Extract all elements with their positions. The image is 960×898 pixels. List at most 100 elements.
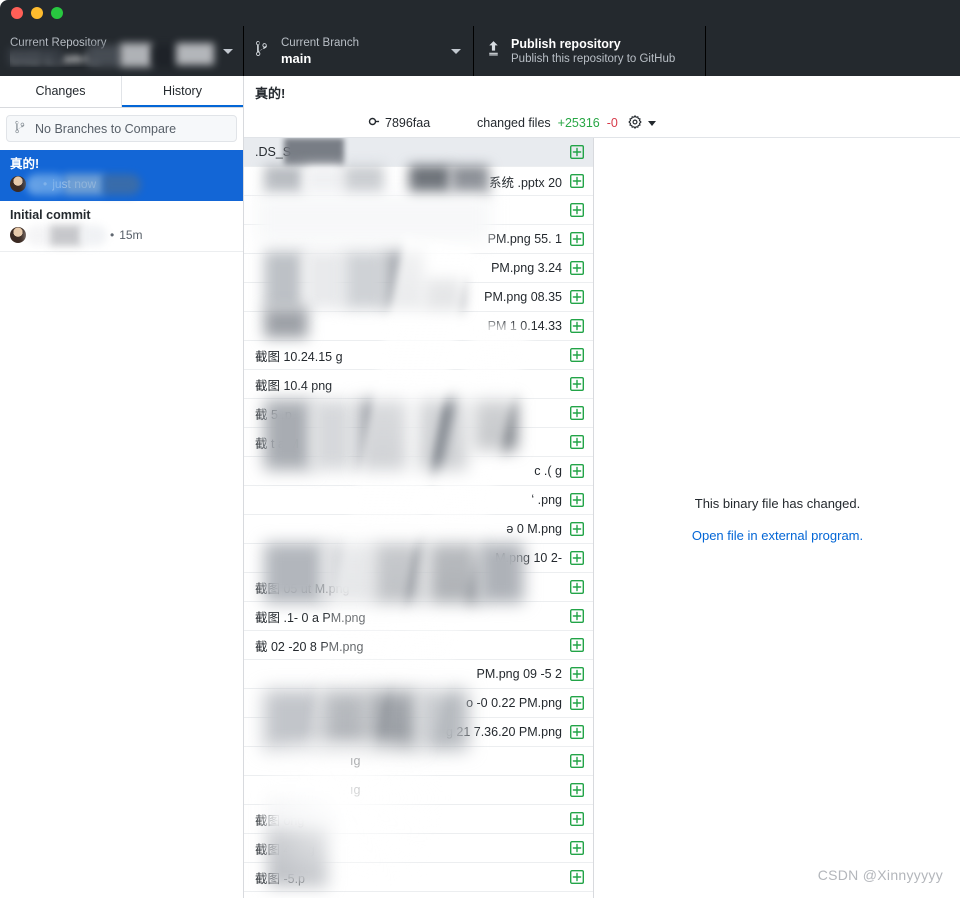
- publish-repository-button[interactable]: Publish repository Publish this reposito…: [474, 26, 706, 76]
- file-row[interactable]: o -0 0.22 PM.png: [244, 689, 593, 718]
- file-row[interactable]: .DS_S: [244, 138, 593, 167]
- file-name: ıg: [350, 754, 361, 768]
- gear-icon: [627, 114, 643, 133]
- file-row[interactable]: 截图 10.24.15 g: [244, 341, 593, 370]
- file-row[interactable]: ıg: [244, 747, 593, 776]
- diff-options-button[interactable]: [627, 114, 656, 133]
- file-row[interactable]: ə 0 M.png: [244, 515, 593, 544]
- file-name: 截 5 .p: [255, 407, 292, 422]
- file-row[interactable]: 截 t a M: [244, 428, 593, 457]
- file-added-icon: [570, 319, 584, 333]
- file-name: 1 .55 PM.png: [487, 232, 562, 246]
- file-row[interactable]: 截图 4.png: [244, 834, 593, 863]
- file-name: ə 0 M.png: [506, 522, 562, 536]
- commit-list-item[interactable]: 真的! y • just now: [0, 150, 243, 201]
- publish-repository-title: Publish repository: [511, 36, 621, 51]
- changed-files-list[interactable]: .DS_S 20 系统 .pptx 1 .55 PM.png 3.24 PM.p…: [244, 138, 594, 898]
- file-row[interactable]: [244, 196, 593, 225]
- file-row[interactable]: 截图 10.4 png: [244, 370, 593, 399]
- file-row[interactable]: 20 系统 .pptx: [244, 167, 593, 196]
- file-added-icon: [570, 174, 584, 188]
- file-name: g 21 7.36.20 PM.png: [445, 725, 562, 739]
- file-added-icon: [570, 261, 584, 275]
- diff-view-panel: This binary file has changed. Open file …: [595, 138, 960, 898]
- open-external-program-link[interactable]: Open file in external program.: [692, 528, 863, 543]
- commit-time: 15m: [119, 228, 143, 242]
- main-toolbar: Current Repository bh02-s...sm-l... Curr…: [0, 26, 960, 76]
- file-row[interactable]: 截图 05 ut M.png: [244, 573, 593, 602]
- file-name: 0.14.33 PM 1: [487, 319, 562, 333]
- avatar: [10, 176, 26, 192]
- changed-files-label: changed files: [477, 116, 551, 130]
- file-added-icon: [570, 638, 584, 652]
- file-row[interactable]: 截 02 -20 8 PM.png: [244, 631, 593, 660]
- avatar: [10, 227, 26, 243]
- file-row[interactable]: 2 5- 09 PM.png: [244, 660, 593, 689]
- branch-icon: [15, 120, 28, 137]
- file-name: -2 10 M.png: [495, 551, 562, 565]
- file-row[interactable]: ıg: [244, 776, 593, 805]
- current-branch-label: Current Branch: [281, 36, 359, 49]
- file-row[interactable]: 截图 -5.p: [244, 863, 593, 892]
- compare-branches-field[interactable]: No Branches to Compare: [6, 115, 237, 142]
- file-row[interactable]: 0.14.33 PM 1: [244, 312, 593, 341]
- publish-repository-subtitle: Publish this repository to GitHub: [511, 52, 676, 65]
- file-row[interactable]: g 21 7.36.20 PM.png: [244, 718, 593, 747]
- commit-summary-row: 7896faa changed files +25316 -0: [244, 108, 960, 138]
- file-name: 截图 10.24.15 g: [255, 349, 343, 364]
- watermark: CSDN @Xinnyyyyy: [817, 867, 943, 883]
- file-name: 截图 .1- 0 a PM.png: [255, 610, 366, 625]
- chevron-down-icon: [647, 120, 656, 126]
- commit-list-item[interactable]: Initial commit • 15m: [0, 201, 243, 252]
- file-added-icon: [570, 609, 584, 623]
- file-added-icon: [570, 435, 584, 449]
- commit-icon: [365, 114, 380, 132]
- file-name: ıg: [350, 783, 361, 797]
- file-row[interactable]: 截图 ong: [244, 805, 593, 834]
- current-repository-label: Current Repository: [10, 36, 107, 49]
- file-row[interactable]: 3.24 PM.png: [244, 254, 593, 283]
- commit-separator: •: [43, 177, 48, 191]
- tab-changes[interactable]: Changes: [0, 76, 121, 107]
- file-added-icon: [570, 725, 584, 739]
- file-added-icon: [570, 841, 584, 855]
- file-row[interactable]: -2 10 M.png: [244, 544, 593, 573]
- current-repository-value: bh02-s...sm-l...: [10, 50, 101, 66]
- deletions-count: -0: [606, 116, 618, 130]
- chevron-down-icon: [223, 48, 233, 54]
- chevron-down-icon: [451, 48, 461, 54]
- file-added-icon: [570, 203, 584, 217]
- file-added-icon: [570, 551, 584, 565]
- commit-sha[interactable]: 7896faa: [365, 108, 430, 138]
- tab-history[interactable]: History: [122, 76, 243, 107]
- close-button-icon[interactable]: [11, 7, 23, 19]
- file-row[interactable]: 截图 .1- 0 a PM.png: [244, 602, 593, 631]
- file-added-icon: [570, 145, 584, 159]
- file-row[interactable]: 截 5 .p: [244, 399, 593, 428]
- file-added-icon: [570, 580, 584, 594]
- file-name: 截图 -5.p: [255, 871, 306, 886]
- file-added-icon: [570, 348, 584, 362]
- commit-sha-value: 7896faa: [385, 116, 431, 130]
- file-added-icon: [570, 667, 584, 681]
- file-name: 截 t a M: [255, 436, 299, 451]
- commit-summary-title: 真的!: [255, 86, 286, 101]
- file-row[interactable]: 1 .55 PM.png: [244, 225, 593, 254]
- current-repository-button[interactable]: Current Repository bh02-s...sm-l...: [0, 26, 244, 76]
- file-row[interactable]: ʻ .png: [244, 486, 593, 515]
- file-added-icon: [570, 377, 584, 391]
- current-branch-button[interactable]: Current Branch main: [244, 26, 474, 76]
- file-row[interactable]: 08.35 PM.png: [244, 283, 593, 312]
- file-name: 截图 05 ut M.png: [255, 581, 350, 596]
- file-row[interactable]: c .( g: [244, 457, 593, 486]
- branch-icon: [256, 40, 271, 62]
- file-added-icon: [570, 290, 584, 304]
- current-branch-value: main: [281, 50, 312, 66]
- file-name: 截图 10.4 png: [255, 378, 333, 393]
- minimize-button-icon[interactable]: [31, 7, 43, 19]
- maximize-button-icon[interactable]: [51, 7, 63, 19]
- file-name: o -0 0.22 PM.png: [466, 696, 562, 710]
- github-desktop-window: Current Repository bh02-s...sm-l... Curr…: [0, 0, 960, 898]
- file-added-icon: [570, 493, 584, 507]
